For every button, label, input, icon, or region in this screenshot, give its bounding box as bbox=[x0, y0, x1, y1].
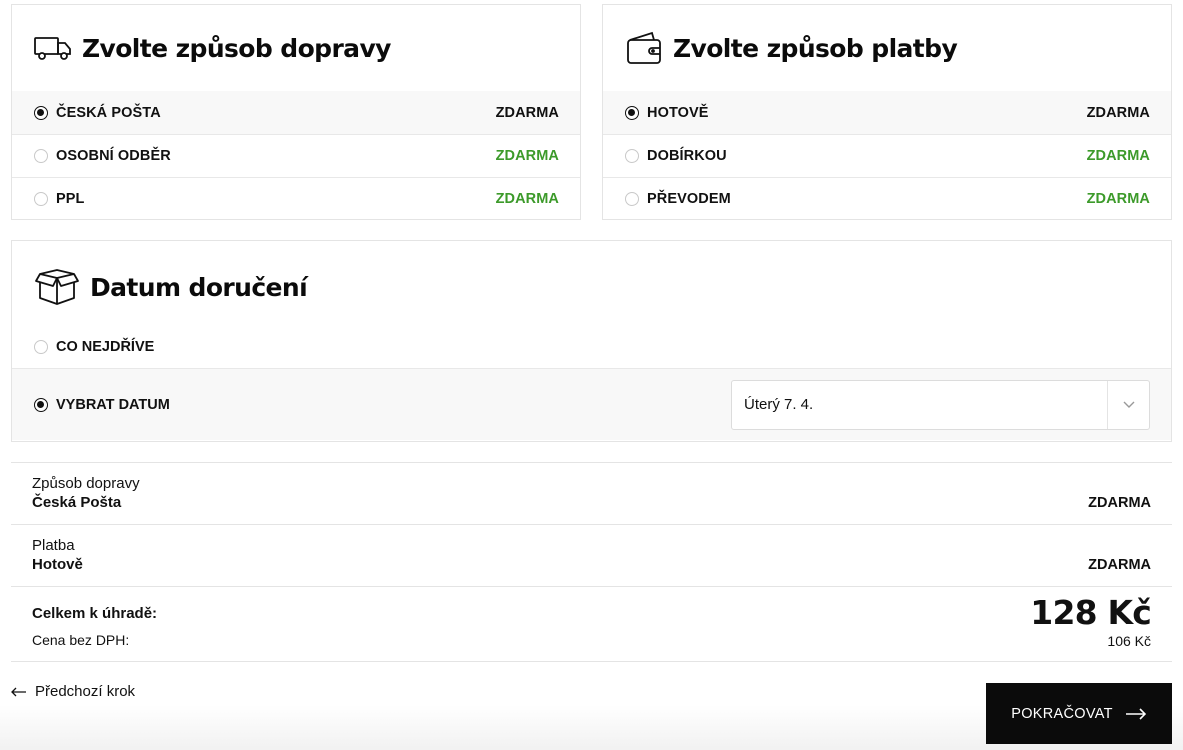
radio-button[interactable] bbox=[625, 192, 639, 206]
radio-button-checked[interactable] bbox=[625, 105, 639, 120]
radio-button[interactable] bbox=[625, 149, 639, 163]
payment-option-prevodem[interactable]: PŘEVODEM ZDARMA bbox=[603, 177, 1171, 220]
option-price: ZDARMA bbox=[495, 104, 559, 121]
radio-button[interactable] bbox=[34, 339, 48, 354]
shipping-panel: Zvolte způsob dopravy ČESKÁ POŠTA ZDARMA… bbox=[11, 4, 581, 220]
shipping-header: Zvolte způsob dopravy bbox=[12, 5, 580, 91]
truck-icon bbox=[34, 31, 72, 65]
option-price: ZDARMA bbox=[495, 148, 559, 164]
payment-option-dobirkou[interactable]: DOBÍRKOU ZDARMA bbox=[603, 134, 1171, 177]
option-label: HOTOVĚ bbox=[647, 104, 709, 121]
option-label: CO NEJDŘÍVE bbox=[56, 338, 155, 355]
option-label: ČESKÁ POŠTA bbox=[56, 104, 161, 121]
summary-payment-value: Hotově bbox=[32, 556, 83, 573]
payment-title: Zvolte způsob platby bbox=[673, 33, 958, 63]
shipping-option-ppl[interactable]: PPL ZDARMA bbox=[12, 177, 580, 220]
option-price: ZDARMA bbox=[1086, 191, 1150, 207]
payment-panel: Zvolte způsob platby HOTOVĚ ZDARMA DOBÍR… bbox=[602, 4, 1172, 220]
previous-step-link[interactable]: Předchozí krok bbox=[11, 683, 135, 700]
option-label: PŘEVODEM bbox=[647, 191, 731, 207]
delivery-option-choose-date[interactable]: VYBRAT DATUM Úterý 7. 4. bbox=[12, 368, 1171, 440]
summary-payment-label: Platba bbox=[32, 537, 75, 554]
summary-payment-price: ZDARMA bbox=[1088, 557, 1151, 573]
checkout-page: Zvolte způsob dopravy ČESKÁ POŠTA ZDARMA… bbox=[0, 0, 1183, 750]
payment-option-hotove[interactable]: HOTOVĚ ZDARMA bbox=[603, 91, 1171, 134]
total-label: Celkem k úhradě: bbox=[32, 605, 158, 622]
payment-header: Zvolte způsob platby bbox=[603, 5, 1171, 91]
option-label: PPL bbox=[56, 191, 85, 207]
arrow-right-icon bbox=[1125, 707, 1147, 720]
option-label: VYBRAT DATUM bbox=[56, 396, 170, 413]
summary-shipping-row: Způsob dopravy Česká Pošta ZDARMA bbox=[11, 462, 1172, 524]
option-label: DOBÍRKOU bbox=[647, 148, 727, 164]
date-select-value: Úterý 7. 4. bbox=[744, 396, 814, 413]
summary-total-row: Celkem k úhradě: Cena bez DPH: 128 Kč 10… bbox=[11, 586, 1172, 662]
shipping-option-osobni-odber[interactable]: OSOBNÍ ODBĚR ZDARMA bbox=[12, 134, 580, 177]
option-price: ZDARMA bbox=[495, 191, 559, 207]
continue-label: POKRAČOVAT bbox=[1011, 705, 1113, 722]
radio-button[interactable] bbox=[34, 149, 48, 163]
option-label: OSOBNÍ ODBĚR bbox=[56, 148, 171, 164]
option-price: ZDARMA bbox=[1086, 104, 1150, 121]
net-price: 106 Kč bbox=[1107, 633, 1151, 649]
shipping-title: Zvolte způsob dopravy bbox=[82, 33, 391, 63]
delivery-date-title: Datum doručení bbox=[90, 272, 308, 302]
previous-step-label: Předchozí krok bbox=[35, 683, 136, 700]
date-select[interactable]: Úterý 7. 4. bbox=[731, 379, 1150, 430]
chevron-down-icon[interactable] bbox=[1107, 380, 1149, 429]
box-icon bbox=[34, 268, 80, 306]
summary-shipping-label: Způsob dopravy bbox=[32, 475, 140, 492]
total-price: 128 Kč bbox=[1030, 593, 1152, 632]
radio-button-checked[interactable] bbox=[34, 397, 48, 412]
continue-button[interactable]: POKRAČOVAT bbox=[986, 683, 1172, 744]
delivery-option-asap[interactable]: CO NEJDŘÍVE bbox=[12, 325, 1171, 368]
summary-payment-row: Platba Hotově ZDARMA bbox=[11, 524, 1172, 586]
wallet-icon bbox=[625, 31, 663, 65]
option-price: ZDARMA bbox=[1086, 148, 1150, 164]
shipping-option-ceska-posta[interactable]: ČESKÁ POŠTA ZDARMA bbox=[12, 91, 580, 134]
radio-button-checked[interactable] bbox=[34, 105, 48, 120]
delivery-date-panel: Datum doručení CO NEJDŘÍVE VYBRAT DATUM … bbox=[11, 240, 1172, 442]
summary-shipping-price: ZDARMA bbox=[1088, 495, 1151, 511]
radio-button[interactable] bbox=[34, 192, 48, 206]
summary-shipping-value: Česká Pošta bbox=[32, 494, 122, 511]
net-price-label: Cena bez DPH: bbox=[32, 632, 130, 648]
delivery-date-header: Datum doručení bbox=[12, 241, 1171, 325]
order-summary: Způsob dopravy Česká Pošta ZDARMA Platba… bbox=[11, 462, 1172, 662]
arrow-left-icon bbox=[11, 687, 27, 697]
